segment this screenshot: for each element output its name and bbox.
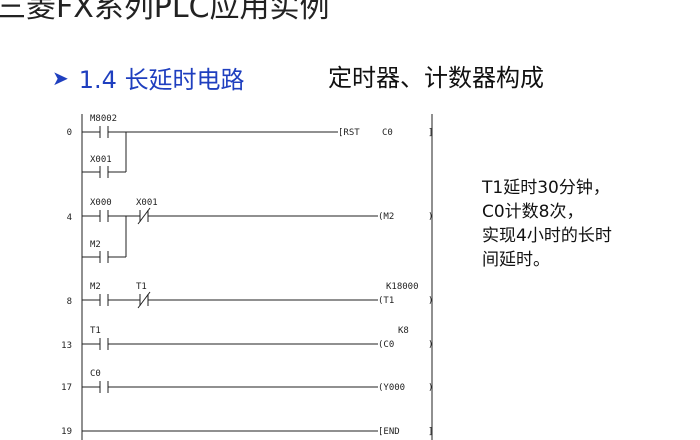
note-line: 间延时。 <box>482 250 550 270</box>
instruction: [END <box>378 427 400 437</box>
contact-label: X001 <box>136 198 158 208</box>
explanation-notes: T1延时30分钟， C0计数8次， 实现4小时的长时 间延时。 <box>482 176 612 272</box>
step-number: 8 <box>67 297 72 307</box>
step-number: 0 <box>67 128 72 138</box>
step-number: 19 <box>61 427 72 437</box>
bracket: ) <box>428 383 433 393</box>
contact-label: X001 <box>90 155 112 165</box>
contact-label: M2 <box>90 240 101 250</box>
bracket: ] <box>428 128 433 138</box>
contact-label: T1 <box>90 326 101 336</box>
step-number: 4 <box>67 213 72 223</box>
section-title: 1.4 长延时电路 <box>78 66 245 94</box>
contact-label: M2 <box>90 282 101 292</box>
instruction: (C0 <box>378 340 394 350</box>
step-number: 17 <box>61 383 72 393</box>
note-line: C0计数8次， <box>482 202 584 222</box>
bracket: ) <box>428 340 433 350</box>
section-subtitle: 定时器、计数器构成 <box>328 64 544 92</box>
preset-value: K18000 <box>386 282 419 292</box>
rung-17: 17 C0 (Y000 ) <box>61 369 433 393</box>
ladder-diagram: 0 M8002 [RST C0 ] X001 4 X000 X001 (M2 )… <box>61 114 433 440</box>
arrow-bullet-icon: ➤ <box>52 65 69 90</box>
instruction: [RST <box>338 128 360 138</box>
bracket: ) <box>428 296 433 306</box>
preset-value: K8 <box>398 326 409 336</box>
contact-label: X000 <box>90 198 112 208</box>
contact-label: T1 <box>136 282 147 292</box>
note-line: T1延时30分钟， <box>482 178 610 198</box>
instruction: (M2 <box>378 212 394 222</box>
step-number: 13 <box>61 341 72 351</box>
instruction: (T1 <box>378 296 394 306</box>
instruction: (Y000 <box>378 383 405 393</box>
rung-19: 19 [END ] <box>61 427 433 437</box>
note-line: 实现4小时的长时 <box>482 226 612 246</box>
rung-0: 0 M8002 [RST C0 ] X001 <box>67 114 433 178</box>
rung-8: 8 M2 T1 K18000 (T1 ) <box>67 282 433 309</box>
bracket: ] <box>428 427 433 437</box>
contact-label: M8002 <box>90 114 117 124</box>
rung-4: 4 X000 X001 (M2 ) M2 <box>67 198 433 263</box>
section-heading: ➤ 1.4 长延时电路 <box>52 60 245 95</box>
slide-title: 三菱FX系列PLC应用实例 <box>0 0 330 25</box>
operand: C0 <box>382 128 393 138</box>
bracket: ) <box>428 212 433 222</box>
contact-label: C0 <box>90 369 101 379</box>
rung-13: 13 T1 K8 (C0 ) <box>61 326 433 351</box>
